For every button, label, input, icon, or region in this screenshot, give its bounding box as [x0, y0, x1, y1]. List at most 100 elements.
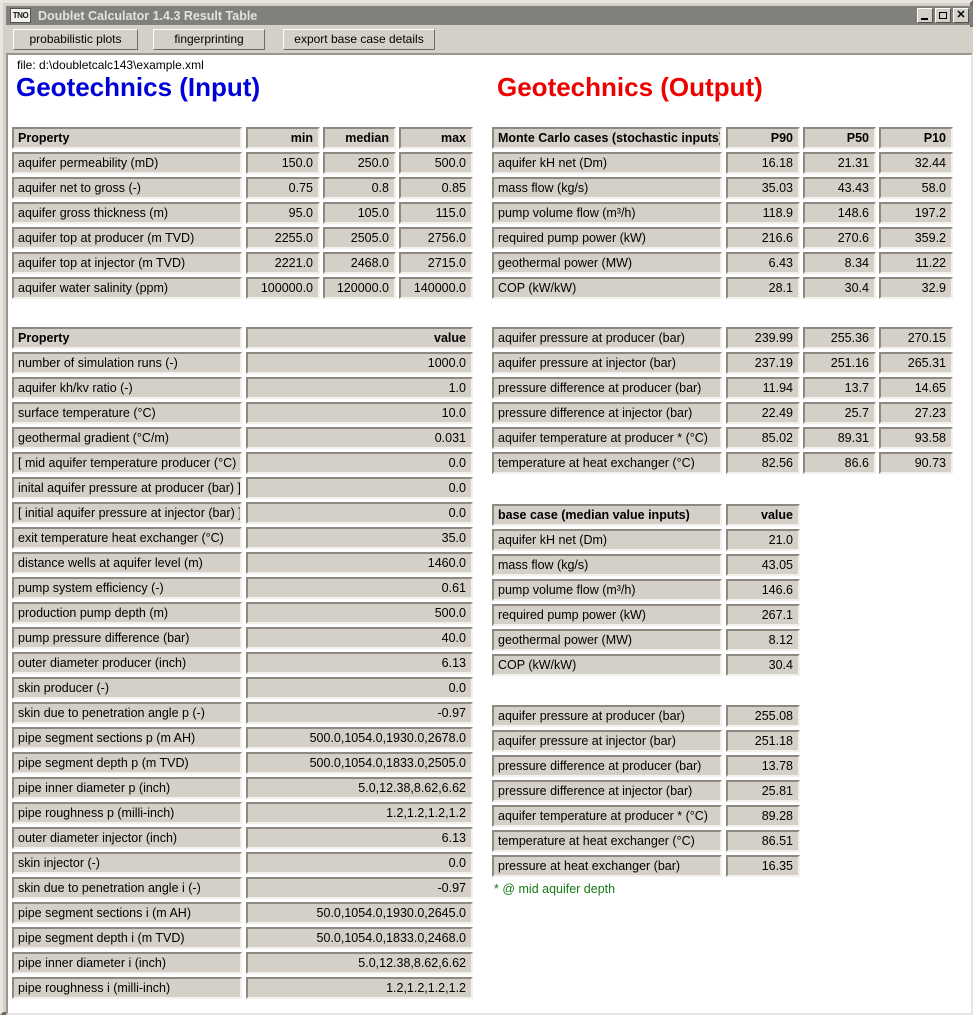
monte-carlo-row-value: 118.9	[726, 202, 800, 224]
monte-carlo-pressure-row-label: aquifer temperature at producer * (°C)	[492, 427, 722, 449]
monte-carlo-pressure-row-value: 82.56	[726, 452, 800, 474]
input-deterministic-row-label: pipe segment depth p (m TVD)	[12, 752, 242, 774]
input-section-title: Geotechnics (Input)	[16, 72, 261, 102]
input-deterministic-row-value: 0.61	[246, 577, 473, 599]
maximize-button[interactable]	[935, 8, 951, 23]
input-deterministic-column-header: Property	[12, 327, 242, 349]
monte-carlo-pressure-row-value: 237.19	[726, 352, 800, 374]
input-deterministic-row-value: 1.2,1.2,1.2,1.2	[246, 802, 473, 824]
input-stochastic-row-value: 2221.0	[246, 252, 320, 274]
base-case-row-value: 267.1	[726, 604, 800, 626]
base-case-row-value: 30.4	[726, 654, 800, 676]
monte-carlo-pressure-row-value: 251.16	[803, 352, 876, 374]
input-deterministic-row-value: 1.0	[246, 377, 473, 399]
input-deterministic-row-value: 5.0,12.38,8.62,6.62	[246, 777, 473, 799]
input-stochastic-row-value: 115.0	[399, 202, 473, 224]
base-case-pressure-row-value: 86.51	[726, 830, 800, 852]
minimize-icon	[920, 17, 928, 20]
monte-carlo-pressure-row-value: 13.7	[803, 377, 876, 399]
monte-carlo-column-header: Monte Carlo cases (stochastic inputs)	[492, 127, 722, 149]
input-deterministic-row-label: [ initial aquifer pressure at injector (…	[12, 502, 242, 524]
input-stochastic-row-value: 140000.0	[399, 277, 473, 299]
base-case-pressure-row-label: pressure difference at producer (bar)	[492, 755, 722, 777]
base-case-pressure-row-label: aquifer temperature at producer * (°C)	[492, 805, 722, 827]
input-deterministic-row-label: number of simulation runs (-)	[12, 352, 242, 374]
input-deterministic-column-header: value	[246, 327, 473, 349]
monte-carlo-pressure-row-value: 85.02	[726, 427, 800, 449]
base-case-row-label: COP (kW/kW)	[492, 654, 722, 676]
monte-carlo-row-value: 35.03	[726, 177, 800, 199]
maximize-icon	[938, 11, 947, 19]
input-stochastic-column-header: min	[246, 127, 320, 149]
monte-carlo-row-value: 16.18	[726, 152, 800, 174]
monte-carlo-column-header: P10	[879, 127, 953, 149]
input-deterministic-row-value: 0.0	[246, 502, 473, 524]
input-deterministic-row-label: pipe roughness p (milli-inch)	[12, 802, 242, 824]
input-deterministic-row-value: 50.0,1054.0,1833.0,2468.0	[246, 927, 473, 949]
monte-carlo-row-value: 6.43	[726, 252, 800, 274]
monte-carlo-pressure-row-value: 270.15	[879, 327, 953, 349]
input-deterministic-row-value: 1.2,1.2,1.2,1.2	[246, 977, 473, 999]
input-deterministic-row-label: pump system efficiency (-)	[12, 577, 242, 599]
input-deterministic-row-label: outer diameter injector (inch)	[12, 827, 242, 849]
base-case-pressure-row-value: 25.81	[726, 780, 800, 802]
input-deterministic-row-value: 6.13	[246, 827, 473, 849]
monte-carlo-row-value: 30.4	[803, 277, 876, 299]
export-base-case-details-button[interactable]: export base case details	[283, 29, 435, 50]
input-stochastic-row-label: aquifer net to gross (-)	[12, 177, 242, 199]
monte-carlo-pressure-row-value: 11.94	[726, 377, 800, 399]
input-deterministic-row-label: pipe inner diameter p (inch)	[12, 777, 242, 799]
monte-carlo-row-value: 28.1	[726, 277, 800, 299]
input-stochastic-row-value: 0.85	[399, 177, 473, 199]
base-case-pressure-row-label: temperature at heat exchanger (°C)	[492, 830, 722, 852]
monte-carlo-column-header: P90	[726, 127, 800, 149]
base-case-row-value: 8.12	[726, 629, 800, 651]
input-deterministic-row-value: -0.97	[246, 702, 473, 724]
input-stochastic-row-value: 0.8	[323, 177, 396, 199]
input-deterministic-row-value: 500.0,1054.0,1930.0,2678.0	[246, 727, 473, 749]
close-button[interactable]: ✕	[953, 8, 969, 23]
input-deterministic-row-label: geothermal gradient (°C/m)	[12, 427, 242, 449]
input-stochastic-row-value: 2715.0	[399, 252, 473, 274]
input-deterministic-row-value: 0.0	[246, 452, 473, 474]
application-window: TNO Doublet Calculator 1.4.3 Result Tabl…	[0, 0, 973, 1015]
probabilistic-plots-button[interactable]: probabilistic plots	[13, 29, 138, 50]
monte-carlo-pressure-row-label: aquifer pressure at injector (bar)	[492, 352, 722, 374]
base-case-column-header: base case (median value inputs)	[492, 504, 722, 526]
base-case-pressure-row-label: pressure difference at injector (bar)	[492, 780, 722, 802]
monte-carlo-row-value: 11.22	[879, 252, 953, 274]
base-case-row-label: mass flow (kg/s)	[492, 554, 722, 576]
base-case-pressure-row-value: 255.08	[726, 705, 800, 727]
monte-carlo-pressure-row-value: 255.36	[803, 327, 876, 349]
input-deterministic-row-label: inital aquifer pressure at producer (bar…	[12, 477, 242, 499]
input-stochastic-row-value: 2756.0	[399, 227, 473, 249]
close-icon: ✕	[956, 9, 966, 21]
input-stochastic-row-value: 250.0	[323, 152, 396, 174]
input-stochastic-column-header: max	[399, 127, 473, 149]
input-stochastic-row-value: 500.0	[399, 152, 473, 174]
output-section-title: Geotechnics (Output)	[497, 72, 763, 102]
monte-carlo-row-value: 148.6	[803, 202, 876, 224]
input-stochastic-row-value: 0.75	[246, 177, 320, 199]
input-deterministic-row-value: 500.0,1054.0,1833.0,2505.0	[246, 752, 473, 774]
fingerprinting-button[interactable]: fingerprinting	[153, 29, 265, 50]
input-stochastic-column-header: median	[323, 127, 396, 149]
monte-carlo-row-value: 270.6	[803, 227, 876, 249]
monte-carlo-pressure-row-value: 22.49	[726, 402, 800, 424]
input-stochastic-row-label: aquifer water salinity (ppm)	[12, 277, 242, 299]
monte-carlo-row-value: 43.43	[803, 177, 876, 199]
input-stochastic-row-value: 120000.0	[323, 277, 396, 299]
monte-carlo-row-label: mass flow (kg/s)	[492, 177, 722, 199]
input-deterministic-row-value: 0.0	[246, 852, 473, 874]
input-stochastic-row-label: aquifer gross thickness (m)	[12, 202, 242, 224]
base-case-row-value: 146.6	[726, 579, 800, 601]
monte-carlo-row-value: 8.34	[803, 252, 876, 274]
monte-carlo-row-value: 197.2	[879, 202, 953, 224]
input-deterministic-row-label: pump pressure difference (bar)	[12, 627, 242, 649]
input-deterministic-row-value: 40.0	[246, 627, 473, 649]
input-deterministic-row-label: surface temperature (°C)	[12, 402, 242, 424]
input-stochastic-row-value: 2468.0	[323, 252, 396, 274]
minimize-button[interactable]	[917, 8, 933, 23]
monte-carlo-row-label: pump volume flow (m³/h)	[492, 202, 722, 224]
input-deterministic-row-label: skin producer (-)	[12, 677, 242, 699]
